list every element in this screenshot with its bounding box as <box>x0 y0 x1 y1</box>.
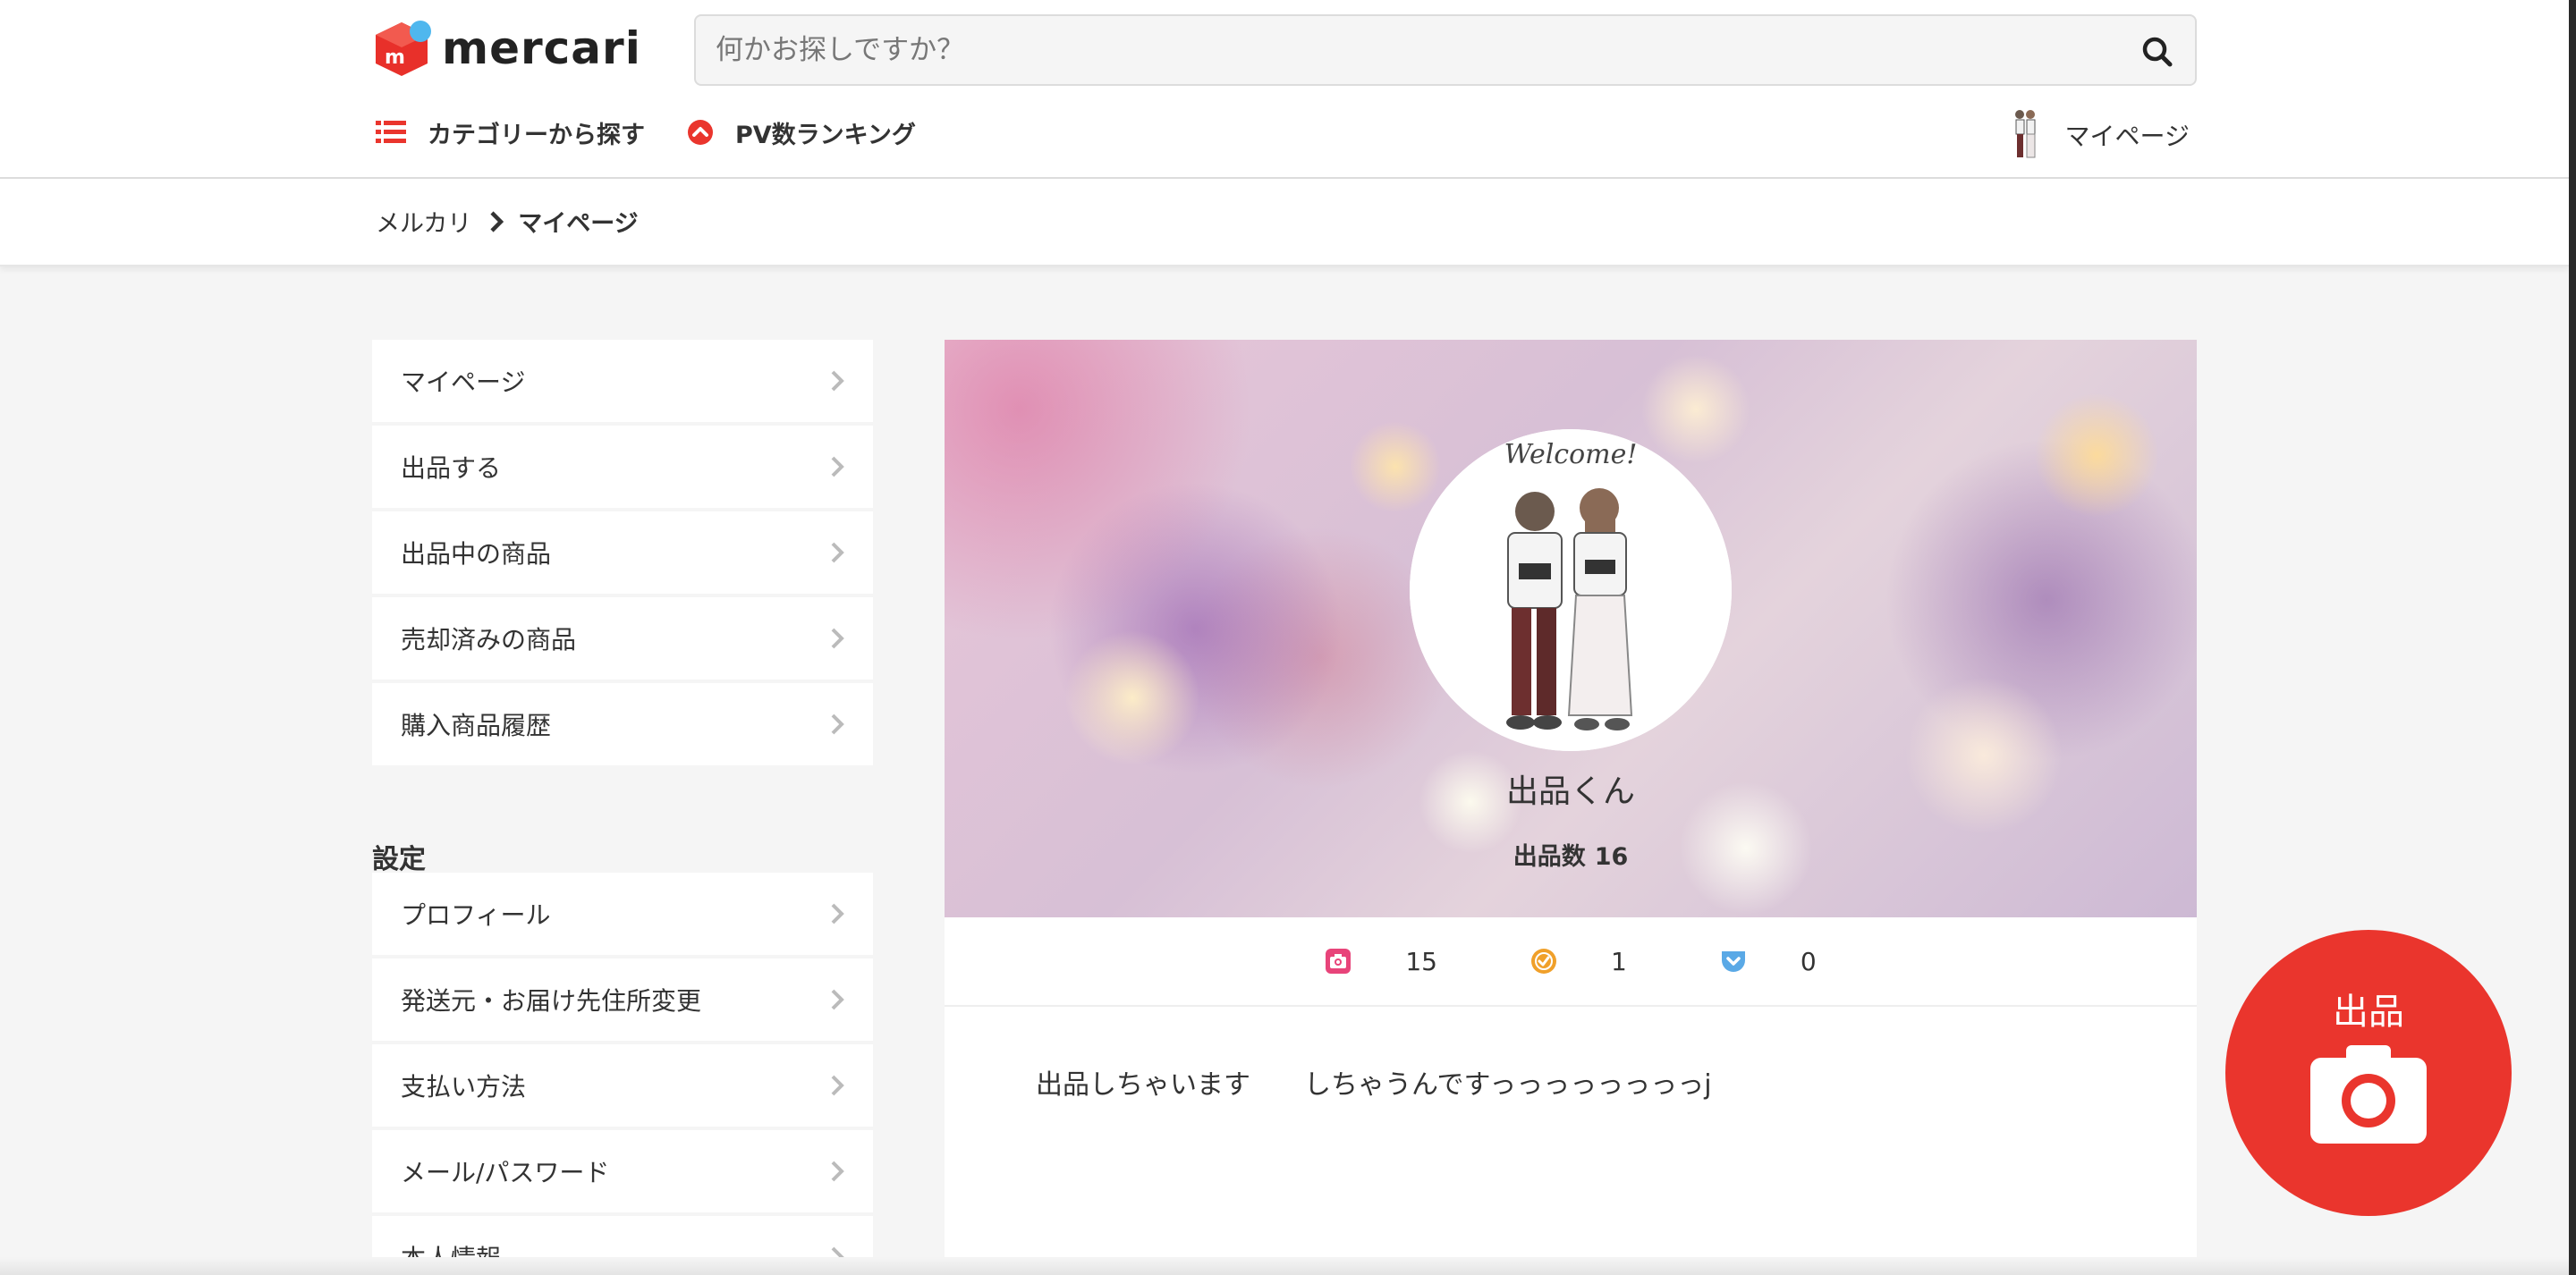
settings-menu: プロフィール 発送元・お届け先住所変更 支払い方法 メール/パスワード 本人情報 <box>372 873 873 1275</box>
nav-ranking[interactable]: PV数ランキング <box>687 114 916 150</box>
sidebar-item-address[interactable]: 発送元・お届け先住所変更 <box>372 958 873 1041</box>
sidebar-item-payment[interactable]: 支払い方法 <box>372 1044 873 1127</box>
chevron-up-circle-icon <box>687 119 714 146</box>
profile-stats: 15 1 0 <box>945 917 2197 1007</box>
chevron-right-icon <box>831 1161 844 1182</box>
sidebar-menu: マイページ 出品する 出品中の商品 売却済みの商品 購入商品履歴 <box>372 340 873 765</box>
camera-icon <box>2310 1045 2427 1144</box>
nav-category[interactable]: カテゴリーから探す <box>376 114 645 150</box>
chevron-right-icon <box>831 1075 844 1096</box>
breadcrumb-current: マイページ <box>518 210 639 238</box>
sidebar-item-label: 出品する <box>401 453 502 483</box>
stat-pocket[interactable]: 0 <box>1720 947 1817 976</box>
profile-name: 出品くん <box>1505 773 1635 810</box>
user-avatar-small <box>2007 106 2042 164</box>
listing-count: 出品数 16 <box>945 837 2197 872</box>
sidebar-item-profile[interactable]: プロフィール <box>372 873 873 955</box>
logo-text: mercari <box>442 22 641 74</box>
camera-badge-icon <box>1326 949 1352 974</box>
listing-count-value: 16 <box>1594 843 1629 871</box>
nav-mypage-label: マイページ <box>2064 122 2190 151</box>
mercari-logo[interactable]: m mercari <box>372 16 641 80</box>
sidebar-item-sell[interactable]: 出品する <box>372 426 873 508</box>
chevron-right-icon <box>831 989 844 1010</box>
listing-count-label: 出品数 <box>1513 843 1586 871</box>
window-edge <box>2569 0 2576 1275</box>
profile-card: Welcome! 出品くん 出品数 16 15 1 0 出品しちゃいます しちゃ… <box>945 340 2197 1275</box>
search-input[interactable] <box>696 16 2195 84</box>
chevron-right-icon <box>831 542 844 563</box>
floating-sell-button[interactable]: 出品 <box>2225 930 2512 1216</box>
sidebar-item-email-password[interactable]: メール/パスワード <box>372 1130 873 1212</box>
sidebar-item-purchased[interactable]: 購入商品履歴 <box>372 683 873 765</box>
check-badge-icon <box>1530 949 1556 974</box>
profile-cover-image: Welcome! 出品くん 出品数 16 <box>945 340 2197 917</box>
search-box <box>694 14 2197 86</box>
sidebar-item-label: 発送元・お届け先住所変更 <box>401 986 702 1016</box>
nav-category-label: カテゴリーから探す <box>428 121 645 149</box>
stat-value: 1 <box>1610 946 1627 976</box>
chevron-right-icon <box>489 210 504 233</box>
sidebar-item-label: 購入商品履歴 <box>401 711 552 740</box>
profile-avatar: Welcome! <box>1410 429 1732 751</box>
chevron-right-icon <box>831 628 844 649</box>
settings-heading: 設定 <box>372 844 426 875</box>
search-icon[interactable] <box>2140 34 2175 70</box>
stat-value: 0 <box>1800 946 1817 976</box>
welcome-caption: Welcome! <box>1504 439 1638 470</box>
sidebar-item-label: マイページ <box>401 367 526 397</box>
profile-bio: 出品しちゃいます しちゃうんですっっっっっっっっj <box>1036 1069 1712 1101</box>
sidebar-item-listing[interactable]: 出品中の商品 <box>372 511 873 594</box>
sell-button-label: 出品 <box>2333 992 2404 1033</box>
list-icon <box>376 120 406 145</box>
breadcrumb-home[interactable]: メルカリ <box>376 204 471 239</box>
chevron-right-icon <box>831 370 844 392</box>
sidebar-item-label: メール/パスワード <box>401 1158 610 1187</box>
sidebar-item-label: 売却済みの商品 <box>401 625 577 654</box>
bottom-edge <box>0 1257 2569 1275</box>
svg-text:m: m <box>385 46 405 69</box>
sidebar-item-label: プロフィール <box>401 900 551 930</box>
stat-listings[interactable]: 15 <box>1325 947 1437 976</box>
breadcrumb: メルカリ マイページ <box>376 204 639 239</box>
breadcrumb-bar: メルカリ マイページ <box>0 179 2569 266</box>
chevron-right-icon <box>831 713 844 735</box>
nav-ranking-label: PV数ランキング <box>735 121 916 149</box>
pocket-badge-icon <box>1721 951 1745 972</box>
site-header: m mercari カテゴリーから探す PV数ランキング <box>0 0 2569 179</box>
sidebar: マイページ 出品する 出品中の商品 売却済みの商品 購入商品履歴 設定 プロフィ… <box>372 340 873 1275</box>
nav-mypage[interactable]: マイページ <box>2007 106 2190 165</box>
chevron-right-icon <box>831 903 844 925</box>
chevron-right-icon <box>831 456 844 477</box>
sidebar-item-label: 出品中の商品 <box>401 539 552 569</box>
stat-completed[interactable]: 1 <box>1530 947 1627 976</box>
sidebar-item-mypage[interactable]: マイページ <box>372 340 873 422</box>
stat-value: 15 <box>1405 946 1437 976</box>
sidebar-item-label: 支払い方法 <box>401 1072 527 1102</box>
sidebar-item-sold[interactable]: 売却済みの商品 <box>372 597 873 680</box>
mercari-logo-icon: m <box>376 21 431 76</box>
